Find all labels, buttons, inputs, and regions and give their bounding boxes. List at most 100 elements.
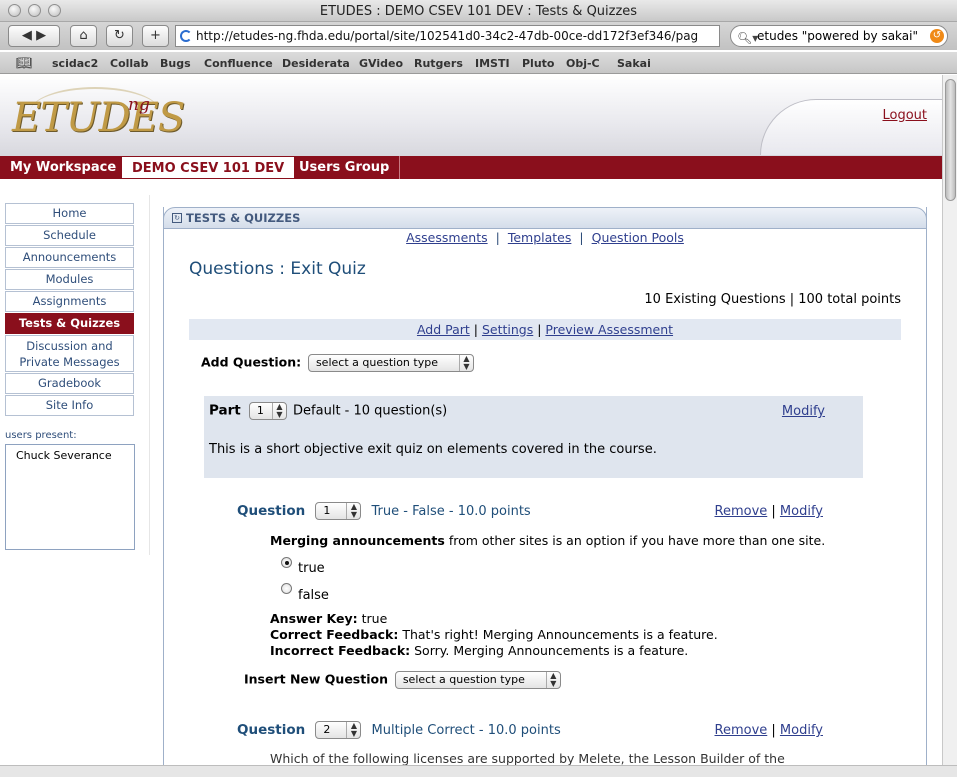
preview-assessment-link[interactable]: Preview Assessment bbox=[545, 322, 673, 337]
assessment-action-bar: Add Part | Settings | Preview Assessment bbox=[189, 319, 901, 340]
question-type-select[interactable]: select a question type ▲ ▼ bbox=[307, 354, 474, 372]
part-description: This is a short objective exit quiz on e… bbox=[209, 442, 657, 457]
tool-home[interactable]: Home bbox=[5, 203, 134, 224]
tool-schedule[interactable]: Schedule bbox=[5, 225, 134, 246]
etudes-logo: ETUDES bbox=[12, 95, 185, 141]
tool-titlebar: ↻ TESTS & QUIZZES bbox=[163, 207, 927, 229]
users-present-list: Chuck Severance bbox=[5, 444, 135, 550]
part-number-select[interactable]: 1 ▲ ▼ bbox=[248, 402, 287, 420]
bookmark-item[interactable]: scidac2 bbox=[52, 57, 98, 70]
select-arrows-icon: ▲ ▼ bbox=[458, 355, 473, 371]
portal-header: ETUDES ng Logout bbox=[0, 75, 942, 156]
bookmark-item[interactable]: Desiderata bbox=[282, 57, 350, 70]
correct-feedback-label: Correct Feedback: bbox=[270, 627, 399, 642]
answer-key: Answer Key: true bbox=[270, 611, 387, 626]
scrollbar-thumb[interactable] bbox=[945, 79, 956, 201]
tool-nav: Assessments | Templates | Question Pools bbox=[164, 230, 926, 245]
logout-link[interactable]: Logout bbox=[882, 108, 927, 123]
question-type-points: True - False - 10.0 points bbox=[371, 503, 531, 519]
site-tab-demo-csev[interactable]: DEMO CSEV 101 DEV bbox=[121, 156, 296, 179]
tool-discussion-messages[interactable]: Discussion and Private Messages bbox=[5, 335, 134, 372]
nav-question-pools-link[interactable]: Question Pools bbox=[592, 230, 684, 245]
window-titlebar: ETUDES : DEMO CSEV 101 DEV : Tests & Qui… bbox=[0, 0, 957, 22]
search-go-icon[interactable]: ↺ bbox=[930, 29, 944, 43]
url-text: http://etudes-ng.fhda.edu/portal/site/10… bbox=[196, 29, 699, 43]
question-actions: Remove | Modify bbox=[714, 723, 824, 738]
back-forward-buttons[interactable]: ◀ ▶ bbox=[8, 25, 60, 47]
forward-icon[interactable]: ▶ bbox=[36, 28, 46, 43]
incorrect-feedback-label: Incorrect Feedback: bbox=[270, 643, 411, 658]
nav-separator: | bbox=[495, 230, 500, 245]
site-tab-users-group[interactable]: Users Group bbox=[289, 156, 401, 179]
add-question-row: Add Question: select a question type ▲ ▼ bbox=[201, 354, 474, 372]
insert-question-row: Insert New Question select a question ty… bbox=[244, 671, 561, 689]
select-value: 1 bbox=[323, 504, 331, 517]
question-header: Question 1 ▲ ▼ True - False - 10.0 points bbox=[237, 502, 531, 520]
bookmark-item[interactable]: Pluto bbox=[522, 57, 554, 70]
question-remove-link[interactable]: Remove bbox=[715, 723, 768, 738]
question-text-rest: from other sites is an option if you hav… bbox=[444, 533, 826, 548]
question-number-select[interactable]: 1 ▲ ▼ bbox=[315, 502, 362, 520]
tool-gradebook[interactable]: Gradebook bbox=[5, 373, 134, 394]
nav-separator: | bbox=[579, 230, 584, 245]
bookmark-item[interactable]: IMSTI bbox=[475, 57, 510, 70]
etudes-logo-suffix: ng bbox=[128, 95, 150, 115]
bookmark-item[interactable]: Obj-C bbox=[566, 57, 600, 70]
incorrect-feedback-text: Sorry. Merging Announcements is a featur… bbox=[410, 643, 689, 658]
add-bookmark-button[interactable]: + bbox=[142, 25, 169, 47]
question-actions: Remove | Modify bbox=[714, 504, 824, 519]
bookmark-item[interactable]: Sakai bbox=[617, 57, 651, 70]
question-modify-link[interactable]: Modify bbox=[780, 723, 823, 738]
question-remove-link[interactable]: Remove bbox=[715, 504, 768, 519]
add-question-label: Add Question: bbox=[201, 354, 302, 370]
search-text: etudes "powered by sakai" bbox=[757, 29, 919, 43]
site-tab-my-workspace[interactable]: My Workspace bbox=[0, 156, 128, 179]
tool-reset-icon[interactable]: ↻ bbox=[172, 213, 182, 223]
bookmarks-bar: 📖︎ scidac2 Collab Bugs Confluence Deside… bbox=[0, 52, 957, 74]
bookmark-item[interactable]: Confluence bbox=[204, 57, 273, 70]
bookmark-item[interactable]: Rutgers bbox=[414, 57, 463, 70]
select-arrows-icon: ▲ ▼ bbox=[346, 503, 360, 519]
web-page: ETUDES ng Logout My Workspace DEMO CSEV … bbox=[0, 75, 942, 765]
tool-menu: Home Schedule Announcements Modules Assi… bbox=[5, 203, 134, 417]
option-true-radio[interactable] bbox=[281, 557, 292, 568]
incorrect-feedback: Incorrect Feedback: Sorry. Merging Annou… bbox=[270, 643, 688, 658]
bookmark-item[interactable]: Bugs bbox=[160, 57, 191, 70]
reload-button[interactable]: ↻ bbox=[106, 25, 133, 47]
question-label: Question bbox=[237, 721, 306, 738]
settings-link[interactable]: Settings bbox=[482, 322, 533, 337]
nav-assessments-link[interactable]: Assessments bbox=[406, 230, 488, 245]
correct-feedback-text: That's right! Merging Announcements is a… bbox=[398, 627, 718, 642]
site-nav: My Workspace DEMO CSEV 101 DEV Users Gro… bbox=[0, 156, 942, 179]
vertical-scrollbar[interactable] bbox=[942, 75, 957, 765]
home-button[interactable]: ⌂ bbox=[70, 25, 97, 47]
users-present-label: users present: bbox=[5, 430, 77, 441]
select-arrows-icon: ▲ ▼ bbox=[346, 722, 360, 738]
correct-feedback: Correct Feedback: That's right! Merging … bbox=[270, 627, 718, 642]
tool-announcements[interactable]: Announcements bbox=[5, 247, 134, 268]
bookmark-item[interactable]: GVideo bbox=[359, 57, 403, 70]
tool-assignments[interactable]: Assignments bbox=[5, 291, 134, 312]
part-modify-link[interactable]: Modify bbox=[782, 404, 825, 419]
tool-tests-quizzes[interactable]: Tests & Quizzes bbox=[5, 313, 134, 334]
search-field[interactable]: 🔍︎▾ etudes "powered by sakai" ↺ bbox=[730, 25, 948, 47]
insert-question-label: Insert New Question bbox=[244, 671, 388, 687]
home-icon: ⌂ bbox=[79, 28, 88, 43]
address-bar[interactable]: http://etudes-ng.fhda.edu/portal/site/10… bbox=[175, 25, 720, 47]
question-text-bold: Merging announcements bbox=[270, 533, 445, 548]
search-icon[interactable]: 🔍︎▾ bbox=[737, 28, 758, 46]
part-box: Part 1 ▲ ▼ Default - 10 question(s) Modif… bbox=[204, 396, 863, 478]
question-modify-link[interactable]: Modify bbox=[780, 504, 823, 519]
insert-question-type-select[interactable]: select a question type ▲ ▼ bbox=[394, 671, 561, 689]
tool-modules[interactable]: Modules bbox=[5, 269, 134, 290]
add-part-link[interactable]: Add Part bbox=[417, 322, 470, 337]
back-icon[interactable]: ◀ bbox=[22, 28, 32, 43]
bookmark-item[interactable]: Collab bbox=[110, 57, 148, 70]
nav-templates-link[interactable]: Templates bbox=[508, 230, 572, 245]
reload-icon: ↻ bbox=[114, 28, 125, 43]
tool-site-info[interactable]: Site Info bbox=[5, 395, 134, 416]
bookmarks-book-icon[interactable]: 📖︎ bbox=[16, 56, 33, 71]
question-number-select[interactable]: 2 ▲ ▼ bbox=[315, 721, 362, 739]
option-false-radio[interactable] bbox=[281, 583, 292, 594]
option-true-label: true bbox=[298, 561, 325, 576]
